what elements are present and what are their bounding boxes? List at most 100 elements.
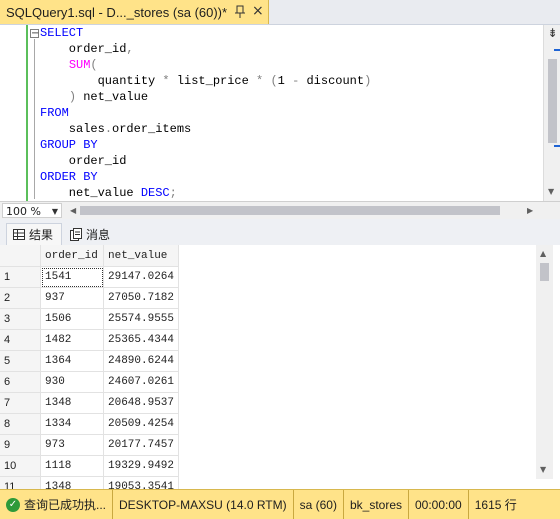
cell-order-id[interactable]: 1118 xyxy=(40,455,104,477)
scroll-marker xyxy=(554,49,560,51)
code-line: FROM xyxy=(40,105,371,121)
row-number[interactable]: 6 xyxy=(0,371,41,393)
row-number[interactable]: 8 xyxy=(0,413,41,435)
code-token: quantity xyxy=(40,74,163,88)
cell-net-value[interactable]: 29147.0264 xyxy=(103,266,180,288)
code-token: GROUP BY xyxy=(40,138,98,152)
split-editor-icon[interactable]: ⇟ xyxy=(545,26,560,41)
cell-order-id[interactable]: 937 xyxy=(40,287,104,309)
cell-order-id[interactable]: 1506 xyxy=(40,308,104,330)
editor-horizontal-scroll-thumb[interactable] xyxy=(80,206,500,215)
cell-order-id[interactable]: 1334 xyxy=(40,413,104,435)
editor-gutter xyxy=(0,25,34,201)
code-token: list_price xyxy=(169,74,257,88)
row-number[interactable]: 4 xyxy=(0,329,41,351)
cell-order-id[interactable]: 1482 xyxy=(40,329,104,351)
cell-net-value[interactable]: 24607.0261 xyxy=(103,371,180,393)
cell-order-id[interactable]: 1364 xyxy=(40,350,104,372)
column-header-net-value[interactable]: net_value xyxy=(103,245,180,267)
document-tab-bar: SQLQuery1.sql - D..._stores (sa (60))* × xyxy=(0,0,560,25)
cell-order-id[interactable]: 930 xyxy=(40,371,104,393)
collapse-region-icon[interactable]: − xyxy=(30,29,39,39)
cell-net-value[interactable]: 24890.6244 xyxy=(103,350,180,372)
code-token: net_value xyxy=(76,90,149,104)
editor-zoom-bar: 100 % ▼ ◀ ▶ xyxy=(0,201,560,220)
row-number-header[interactable] xyxy=(0,245,41,267)
editor-scroll-thumb[interactable] xyxy=(548,59,557,143)
code-line: ORDER BY xyxy=(40,169,371,185)
cell-net-value[interactable]: 20648.9537 xyxy=(103,392,180,414)
table-row[interactable]: 11 1348 19053.3541 xyxy=(0,476,180,489)
cell-order-id[interactable]: 1348 xyxy=(40,392,104,414)
scroll-right-icon[interactable]: ▶ xyxy=(527,206,533,215)
row-number[interactable]: 10 xyxy=(0,455,41,477)
table-row[interactable]: 9 973 20177.7457 xyxy=(0,434,180,456)
cell-net-value[interactable]: 19329.9492 xyxy=(103,455,180,477)
table-row[interactable]: 7 1348 20648.9537 xyxy=(0,392,180,414)
table-row[interactable]: 6 930 24607.0261 xyxy=(0,371,180,393)
scroll-left-icon[interactable]: ◀ xyxy=(70,206,76,215)
cell-net-value[interactable]: 25365.4344 xyxy=(103,329,180,351)
zoom-value: 100 % xyxy=(6,205,41,218)
code-token: FROM xyxy=(40,106,69,120)
tab-messages[interactable]: 消息 xyxy=(66,223,122,245)
table-row[interactable]: 10 1118 19329.9492 xyxy=(0,455,180,477)
table-row[interactable]: 8 1334 20509.4254 xyxy=(0,413,180,435)
grid-scroll-thumb[interactable] xyxy=(540,263,549,281)
table-row[interactable]: 1 1541 29147.0264 xyxy=(0,266,180,288)
cell-order-id[interactable]: 1348 xyxy=(40,476,104,489)
code-token: ) xyxy=(68,90,77,104)
pin-icon[interactable] xyxy=(234,5,246,19)
tab-results[interactable]: 结果 xyxy=(6,223,62,245)
close-tab-icon[interactable]: × xyxy=(252,3,264,19)
code-line: quantity * list_price * (1 - discount) xyxy=(40,73,372,89)
row-number[interactable]: 3 xyxy=(0,308,41,330)
grid-vertical-scrollbar[interactable]: ▲ ▼ xyxy=(536,245,553,479)
table-row[interactable]: 5 1364 24890.6244 xyxy=(0,350,180,372)
cell-net-value[interactable]: 25574.9555 xyxy=(103,308,180,330)
cell-order-id[interactable]: 973 xyxy=(40,434,104,456)
code-token: net_value xyxy=(40,186,141,200)
code-token: DESC xyxy=(140,186,170,200)
scroll-marker xyxy=(554,145,560,147)
results-grid[interactable]: order_id net_value 1 1541 29147.0264 2 937 27… xyxy=(0,245,560,489)
sql-editor[interactable]: − SELECT order_id, SUM( quantity * list_… xyxy=(0,25,543,201)
query-tab[interactable]: SQLQuery1.sql - D..._stores (sa (60))* × xyxy=(0,0,269,24)
row-number[interactable]: 9 xyxy=(0,434,41,456)
scroll-down-icon[interactable]: ▼ xyxy=(548,187,554,196)
code-token: order_id xyxy=(40,154,127,168)
column-header-order-id[interactable]: order_id xyxy=(40,245,104,267)
cell-net-value[interactable]: 19053.3541 xyxy=(103,476,180,489)
query-tab-title: SQLQuery1.sql - D..._stores (sa (60))* xyxy=(6,4,228,20)
row-number[interactable]: 2 xyxy=(0,287,41,309)
code-line: ) net_value xyxy=(40,89,371,105)
zoom-select[interactable]: 100 % ▼ xyxy=(2,203,62,218)
table-row[interactable]: 2 937 27050.7182 xyxy=(0,287,180,309)
row-number[interactable]: 11 xyxy=(0,476,41,489)
code-line: SELECT xyxy=(40,25,371,41)
code-line: sales.order_items xyxy=(40,121,371,137)
scroll-up-icon[interactable]: ▲ xyxy=(540,249,546,258)
cell-net-value[interactable]: 27050.7182 xyxy=(103,287,180,309)
cell-net-value[interactable]: 20177.7457 xyxy=(103,434,180,456)
tab-messages-label: 消息 xyxy=(86,227,111,242)
code-token: discount xyxy=(299,74,365,88)
row-number[interactable]: 5 xyxy=(0,350,41,372)
cell-order-id[interactable]: 1541 xyxy=(40,266,104,288)
status-message: ✓ 查询已成功执... xyxy=(0,490,114,519)
code-token: SELECT xyxy=(40,26,84,40)
messages-icon xyxy=(70,227,82,241)
scroll-down-icon[interactable]: ▼ xyxy=(540,465,546,474)
row-number[interactable]: 7 xyxy=(0,392,41,414)
editor-vertical-scrollbar[interactable]: ⇟ ▼ xyxy=(543,25,560,201)
table-row[interactable]: 3 1506 25574.9555 xyxy=(0,308,180,330)
cell-net-value[interactable]: 20509.4254 xyxy=(103,413,180,435)
table-row[interactable]: 4 1482 25365.4344 xyxy=(0,329,180,351)
row-number[interactable]: 1 xyxy=(0,266,41,288)
code-token: SUM xyxy=(68,58,91,72)
status-bar: ✓ 查询已成功执... DESKTOP-MAXSU (14.0 RTM) sa … xyxy=(0,489,560,519)
code-token: ) xyxy=(364,74,372,88)
status-elapsed-time: 00:00:00 xyxy=(409,490,469,519)
